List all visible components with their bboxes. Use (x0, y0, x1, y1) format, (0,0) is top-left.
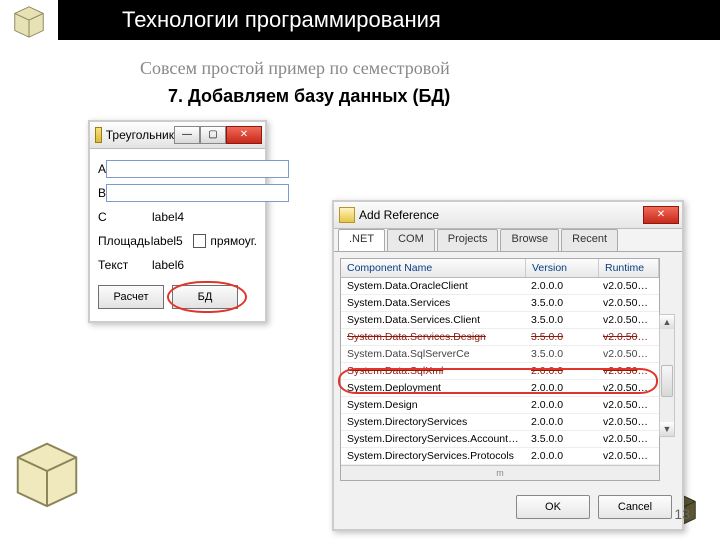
col-runtime[interactable]: Runtime (599, 259, 659, 277)
minimize-button[interactable]: — (174, 126, 200, 144)
grid-row[interactable]: System.Data.Services.Client3.5.0.0v2.0.5… (341, 312, 659, 329)
slide-subtitle: Совсем простой пример по семестровой (140, 58, 450, 79)
label-c: C (98, 210, 152, 224)
tab-projects[interactable]: Projects (437, 229, 499, 251)
dialog-titlebar[interactable]: Add Reference ✕ (334, 202, 682, 229)
calc-button[interactable]: Расчет (98, 285, 164, 309)
page-number: 13 (674, 506, 690, 522)
checkbox-right-angle[interactable] (193, 234, 207, 248)
label-a: A (98, 162, 106, 176)
app-body: A B Clabel4 Площадь label5 прямоуг. Текс… (90, 149, 265, 321)
tab-com[interactable]: COM (387, 229, 435, 251)
tab-browse[interactable]: Browse (500, 229, 559, 251)
col-version[interactable]: Version (526, 259, 599, 277)
tab-recent[interactable]: Recent (561, 229, 618, 251)
label-area: Площадь (98, 234, 151, 248)
grid-row[interactable]: System.Data.OracleClient2.0.0.0v2.0.5072… (341, 278, 659, 295)
col-component-name[interactable]: Component Name (341, 259, 526, 277)
app-window: Треугольник — ▢ ✕ A B Clabel4 Площадь la… (88, 120, 267, 323)
grid-row[interactable]: System.Deployment2.0.0.0v2.0.50727 (341, 380, 659, 397)
close-button[interactable]: ✕ (226, 126, 262, 144)
grid-row[interactable]: System.Data.Services3.5.0.0v2.0.50727 (341, 295, 659, 312)
window-buttons: — ▢ ✕ (174, 126, 262, 144)
grid-row[interactable]: System.DirectoryServices.Protocols2.0.0.… (341, 448, 659, 465)
scroll-thumb[interactable] (661, 365, 673, 397)
app-titlebar[interactable]: Треугольник — ▢ ✕ (90, 122, 265, 149)
app-title: Треугольник (106, 128, 174, 142)
app-icon (95, 127, 102, 143)
grid-row[interactable]: System.Data.Services.Design3.5.0.0v2.0.5… (341, 329, 659, 346)
input-a[interactable] (106, 160, 289, 178)
grid-row[interactable]: System.Design2.0.0.0v2.0.50727 (341, 397, 659, 414)
input-b[interactable] (106, 184, 289, 202)
dialog-title: Add Reference (359, 208, 643, 222)
slide: { "header": { "title": "Технологии прогр… (0, 0, 720, 540)
label-right-angle: прямоуг. (210, 234, 257, 248)
value-text: label6 (152, 258, 184, 272)
maximize-button[interactable]: ▢ (200, 126, 226, 144)
slide-title: Технологии программирования (58, 0, 720, 40)
scroll-thumb-label: m (496, 468, 504, 478)
vertical-scrollbar[interactable]: ▲ ▼ (659, 314, 675, 437)
db-button[interactable]: БД (172, 285, 238, 309)
grid-header[interactable]: Component Name Version Runtime (341, 259, 659, 278)
add-reference-dialog: Add Reference ✕ .NETCOMProjectsBrowseRec… (332, 200, 684, 531)
grid-row[interactable]: System.Data.SqlServerCe3.5.0.0v2.0.50727 (341, 346, 659, 363)
scroll-down-button[interactable]: ▼ (660, 422, 674, 436)
dialog-window-buttons: ✕ (643, 206, 679, 224)
grid-row[interactable]: System.DirectoryServices2.0.0.0v2.0.5072… (341, 414, 659, 431)
dialog-close-button[interactable]: ✕ (643, 206, 679, 224)
value-area: label5 (151, 234, 183, 248)
grid-row[interactable]: System.Data.SqlXml2.0.0.0v2.0.50727 (341, 363, 659, 380)
dialog-icon (339, 207, 355, 223)
label-b: B (98, 186, 106, 200)
dialog-tabs: .NETCOMProjectsBrowseRecent (334, 229, 682, 252)
tab-net[interactable]: .NET (338, 229, 385, 251)
step-title: 7. Добавляем базу данных (БД) (168, 86, 450, 107)
horizontal-scrollbar[interactable]: m (341, 465, 659, 480)
value-c: label4 (152, 210, 184, 224)
grid-row[interactable]: System.DirectoryServices.AccountMana...3… (341, 431, 659, 448)
cube-icon (8, 434, 86, 512)
db-button-label: БД (198, 291, 213, 303)
dialog-button-row: OK Cancel (334, 487, 682, 529)
label-text: Текст (98, 258, 152, 272)
reference-grid[interactable]: Component Name Version Runtime System.Da… (340, 258, 660, 481)
scroll-up-button[interactable]: ▲ (660, 315, 674, 329)
ok-button[interactable]: OK (516, 495, 590, 519)
cube-icon (10, 2, 48, 40)
cancel-button[interactable]: Cancel (598, 495, 672, 519)
